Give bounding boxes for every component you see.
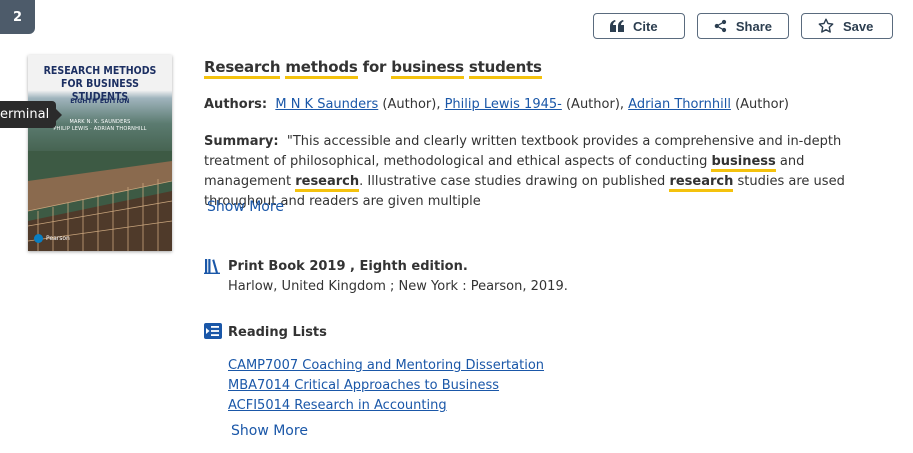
cover-publisher-name: Pearson	[46, 235, 70, 242]
author-role: (Author),	[561, 97, 629, 112]
author-role: (Author)	[730, 97, 789, 112]
share-button[interactable]: Share	[697, 13, 789, 39]
format-type: Print Book 2019 , Eighth edition.	[228, 259, 468, 274]
save-button[interactable]: Save	[801, 13, 893, 39]
reading-lists-label: Reading Lists	[228, 325, 327, 340]
summary-highlight: business	[711, 154, 776, 172]
title-highlight: students	[468, 58, 542, 79]
author-link[interactable]: Philip Lewis 1945-	[445, 97, 562, 112]
author-role: (Author),	[378, 97, 445, 112]
title-highlight: business	[391, 58, 464, 79]
save-label: Save	[843, 18, 874, 34]
summary-text: . Illustrative case studies drawing on p…	[359, 174, 670, 189]
summary-highlight: research	[295, 174, 360, 192]
title-highlight: Research	[204, 58, 281, 79]
tooltip: erminal	[0, 101, 63, 128]
cover-title-line1: RESEARCH METHODS	[43, 64, 157, 77]
reading-list-link[interactable]: ACFI5014 Research in Accounting	[228, 398, 447, 413]
list-item: MBA7014 Critical Approaches to Business	[228, 376, 544, 396]
quote-icon	[610, 20, 624, 32]
pearson-logo-icon	[34, 234, 43, 243]
summary-highlight: research	[669, 174, 734, 192]
result-number-badge: 2	[0, 0, 35, 34]
books-icon	[204, 259, 220, 274]
share-icon	[714, 19, 727, 33]
publication-info: Harlow, United Kingdom ; New York : Pear…	[228, 279, 568, 294]
summary-show-more-link[interactable]: Show More	[207, 199, 284, 215]
reading-list-icon	[204, 323, 222, 339]
list-item: ACFI5014 Research in Accounting	[228, 396, 544, 416]
share-label: Share	[735, 18, 772, 34]
reading-list-link[interactable]: CAMP7007 Coaching and Mentoring Disserta…	[228, 358, 544, 373]
cite-label: Cite	[633, 18, 658, 34]
record-actions: Cite Share Save	[593, 13, 893, 39]
book-cover-image[interactable]: RESEARCH METHODS FOR BUSINESS STUDENTS E…	[28, 55, 172, 251]
summary-label: Summary:	[204, 134, 279, 149]
reading-lists: CAMP7007 Coaching and Mentoring Disserta…	[228, 356, 544, 416]
reading-list-link[interactable]: MBA7014 Critical Approaches to Business	[228, 378, 499, 393]
record-title[interactable]: Research methods for business students	[204, 58, 542, 79]
reading-lists-show-more-link[interactable]: Show More	[231, 423, 308, 439]
authors-label: Authors:	[204, 97, 268, 112]
authors-line: Authors: M N K Saunders (Author), Philip…	[204, 97, 789, 112]
cover-publisher: Pearson	[34, 234, 70, 243]
title-text: for	[357, 58, 392, 76]
list-item: CAMP7007 Coaching and Mentoring Disserta…	[228, 356, 544, 376]
author-link[interactable]: M N K Saunders	[275, 97, 378, 112]
title-highlight: methods	[285, 58, 358, 79]
cite-button[interactable]: Cite	[593, 13, 685, 39]
star-icon	[818, 18, 834, 33]
author-link[interactable]: Adrian Thornhill	[628, 97, 731, 112]
summary: Summary: "This accessible and clearly wr…	[204, 132, 894, 212]
